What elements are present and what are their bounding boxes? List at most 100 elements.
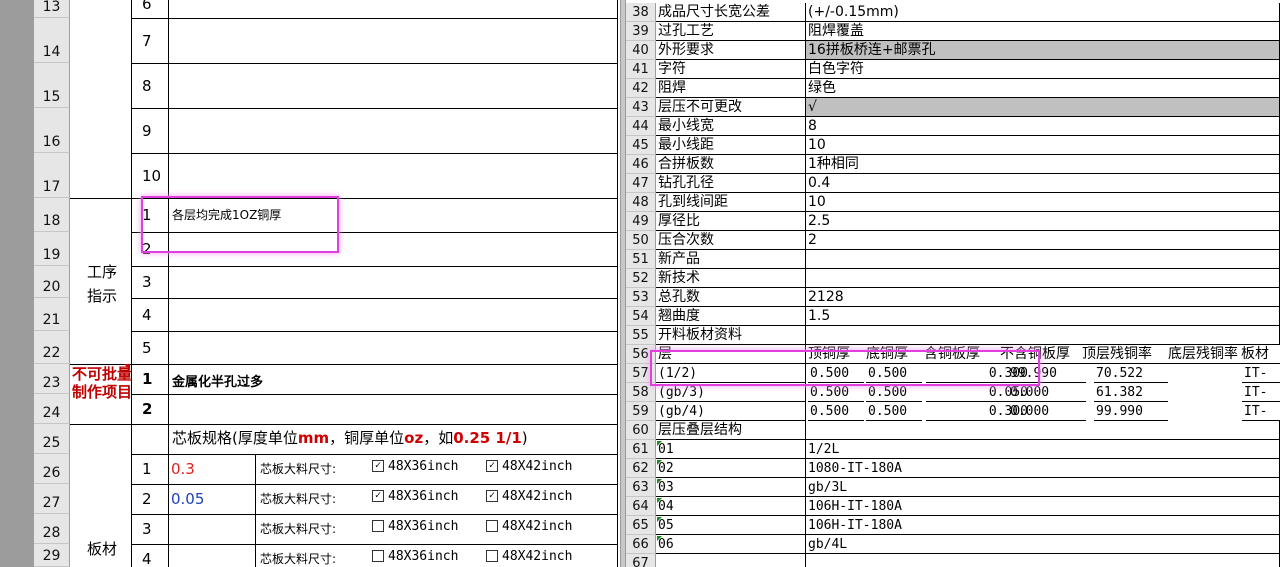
row-header[interactable]: 55	[626, 326, 656, 345]
row-header[interactable]: 54	[626, 307, 656, 326]
param-label[interactable]: 翘曲度	[656, 307, 806, 326]
layer-value[interactable]: 0.000	[1008, 402, 1086, 421]
stack-layer-value[interactable]: gb/4L	[806, 535, 1280, 554]
row-header[interactable]: 26	[34, 454, 70, 484]
stack-layer-index[interactable]: 03	[656, 478, 806, 497]
layer-column-header[interactable]: 底层残铜率	[1166, 345, 1239, 364]
size-checkbox-option[interactable]: 48X36inch	[372, 549, 458, 564]
layer-value[interactable]: 61.382	[1094, 383, 1168, 402]
row-header[interactable]: 13	[34, 0, 70, 18]
param-value[interactable]: (+/-0.15mm)	[806, 3, 1280, 22]
row-header[interactable]: 67	[626, 554, 656, 567]
stack-layer-value[interactable]	[806, 554, 1280, 567]
size-checkbox-option[interactable]: ✓ 48X42inch	[486, 489, 572, 504]
stack-layer-value[interactable]: 1/2L	[806, 440, 1280, 459]
param-value[interactable]: 16拼板桥连+邮票孔	[806, 41, 1280, 60]
param-value[interactable]: 阻焊覆盖	[806, 22, 1280, 41]
stack-layer-index[interactable]	[656, 554, 806, 567]
layer-value[interactable]: IT-	[1242, 402, 1280, 421]
row-header[interactable]: 64	[626, 497, 656, 516]
param-label[interactable]: 压合次数	[656, 231, 806, 250]
row-header[interactable]: 47	[626, 174, 656, 193]
stack-layer-index[interactable]: 01	[656, 440, 806, 459]
row-header[interactable]: 27	[34, 484, 70, 514]
row-header[interactable]: 51	[626, 250, 656, 269]
param-label[interactable]: 开料板材资料	[656, 326, 806, 345]
row-header[interactable]: 29	[34, 544, 70, 567]
param-value[interactable]: 2128	[806, 288, 1280, 307]
size-checkbox-option[interactable]: ✓ 48X36inch	[372, 489, 458, 504]
param-value[interactable]: 1种相同	[806, 155, 1280, 174]
param-label[interactable]: 总孔数	[656, 288, 806, 307]
stack-layer-index[interactable]: 04	[656, 497, 806, 516]
size-checkbox-option[interactable]: 48X36inch	[372, 519, 458, 534]
row-header[interactable]: 49	[626, 212, 656, 231]
layer-value[interactable]: 0.500	[808, 402, 864, 421]
param-label[interactable]: 厚径比	[656, 212, 806, 231]
param-value[interactable]: 0.4	[806, 174, 1280, 193]
param-value[interactable]	[806, 250, 1280, 269]
stack-layer-value[interactable]: 1080-IT-180A	[806, 459, 1280, 478]
row-header[interactable]: 24	[34, 394, 70, 424]
size-checkbox-option[interactable]: 48X42inch	[486, 549, 572, 564]
param-label[interactable]: 过孔工艺	[656, 22, 806, 41]
layer-value[interactable]: 70.522	[1094, 364, 1168, 383]
stack-layer-value[interactable]: gb/3L	[806, 478, 1280, 497]
row-header[interactable]: 23	[34, 364, 70, 394]
param-value[interactable]: 2.5	[806, 212, 1280, 231]
checkbox[interactable]: ✓	[486, 459, 498, 472]
size-checkbox-option[interactable]: ✓ 48X42inch	[486, 459, 572, 474]
layer-value[interactable]: 99.990	[1094, 402, 1168, 421]
param-label[interactable]: 字符	[656, 60, 806, 79]
checkbox[interactable]	[486, 519, 498, 532]
param-label[interactable]: 钻孔孔径	[656, 174, 806, 193]
row-header[interactable]: 42	[626, 79, 656, 98]
stack-layer-index[interactable]: 05	[656, 516, 806, 535]
row-header[interactable]: 62	[626, 459, 656, 478]
row-header[interactable]: 53	[626, 288, 656, 307]
param-label[interactable]: 外形要求	[656, 41, 806, 60]
layer-name[interactable]: (gb/4)	[656, 402, 806, 421]
stack-title-value[interactable]	[806, 421, 1280, 440]
param-value[interactable]: 10	[806, 136, 1280, 155]
right-sheet-pane[interactable]: 38 成品尺寸长宽公差 (+/-0.15mm) 39 过孔工艺 阻焊覆盖 40 外形要求 16拼…	[626, 0, 1280, 567]
row-header[interactable]: 41	[626, 60, 656, 79]
checkbox[interactable]: ✓	[372, 459, 384, 472]
checkbox[interactable]: ✓	[486, 489, 498, 502]
row-header[interactable]: 21	[34, 298, 70, 331]
param-label[interactable]: 层压不可更改	[656, 98, 806, 117]
row-header[interactable]: 45	[626, 136, 656, 155]
checkbox[interactable]	[372, 519, 384, 532]
param-label[interactable]: 最小线距	[656, 136, 806, 155]
param-value[interactable]	[806, 269, 1280, 288]
left-sheet-pane[interactable]: 13 14 15 16 17 18 19 20 21 22 23 24 25 26 27 28 29 67891…	[0, 0, 620, 567]
row-header[interactable]: 61	[626, 440, 656, 459]
row-header[interactable]: 14	[34, 18, 70, 63]
param-value[interactable]: 10	[806, 193, 1280, 212]
row-header[interactable]: 20	[34, 266, 70, 298]
param-label[interactable]: 成品尺寸长宽公差	[656, 3, 806, 22]
param-label[interactable]: 最小线宽	[656, 117, 806, 136]
stack-layer-index[interactable]: 06	[656, 535, 806, 554]
row-header[interactable]: 38	[626, 3, 656, 22]
row-header[interactable]: 65	[626, 516, 656, 535]
param-value[interactable]: 绿色	[806, 79, 1280, 98]
param-label[interactable]: 阻焊	[656, 79, 806, 98]
row-header[interactable]: 43	[626, 98, 656, 117]
param-value[interactable]: 2	[806, 231, 1280, 250]
stack-layer-value[interactable]: 106H-IT-180A	[806, 497, 1280, 516]
row-header[interactable]: 22	[34, 331, 70, 364]
row-header[interactable]: 50	[626, 231, 656, 250]
param-value[interactable]: 8	[806, 117, 1280, 136]
param-value[interactable]: 白色字符	[806, 60, 1280, 79]
layer-value[interactable]: IT-	[1242, 383, 1280, 402]
row-header[interactable]: 63	[626, 478, 656, 497]
row-header[interactable]: 17	[34, 153, 70, 198]
param-label[interactable]: 孔到线间距	[656, 193, 806, 212]
row-header[interactable]: 40	[626, 41, 656, 60]
checkbox[interactable]	[372, 549, 384, 562]
row-header[interactable]: 25	[34, 424, 70, 454]
param-label[interactable]: 新技术	[656, 269, 806, 288]
row-header[interactable]: 16	[34, 108, 70, 153]
checkbox[interactable]	[486, 549, 498, 562]
